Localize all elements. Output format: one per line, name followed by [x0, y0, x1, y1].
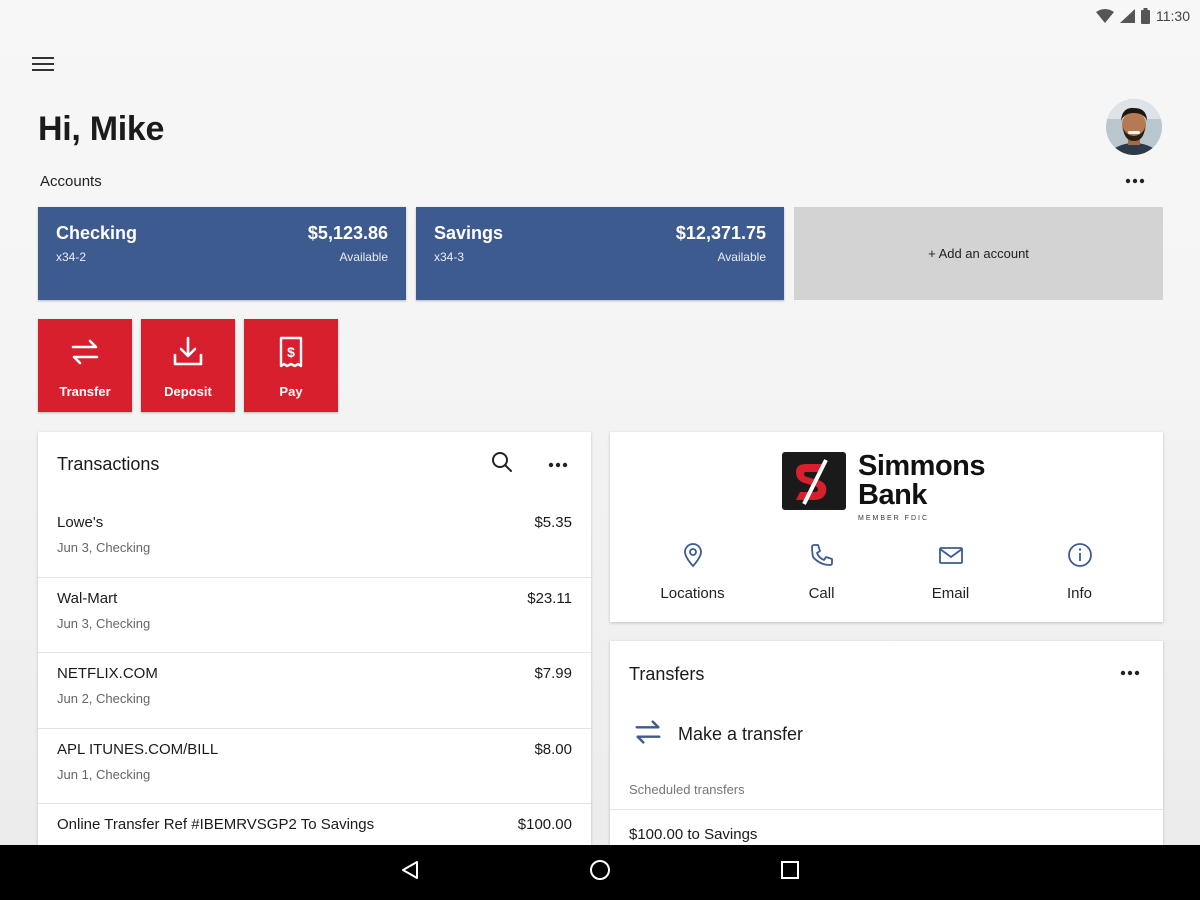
call-link[interactable]: Call [757, 542, 886, 602]
balance-label: Available [717, 250, 766, 264]
transfers-more-button[interactable] [1115, 661, 1145, 683]
bank-quick-links: Locations Call Email Info [610, 542, 1163, 602]
transactions-list: Lowe's Jun 3, Checking $5.35 Wal-Mart Ju… [38, 502, 591, 852]
make-transfer-button[interactable]: Make a transfer [632, 716, 803, 753]
transactions-panel: Transactions Lowe's Jun 3, Checking $5.3… [38, 432, 591, 852]
bank-logo: Simmons Bank MEMBER FDIC [782, 450, 986, 522]
locations-label: Locations [660, 585, 725, 602]
transaction-merchant: NETFLIX.COM [57, 665, 158, 682]
transaction-amount: $8.00 [534, 740, 572, 758]
balance-label: Available [339, 250, 388, 264]
account-name: Checking [56, 223, 138, 243]
email-label: Email [931, 585, 970, 602]
call-label: Call [808, 585, 835, 602]
bank-name-line2: Bank [858, 479, 927, 511]
transfers-title: Transfers [629, 664, 705, 684]
battery-icon [1141, 8, 1150, 24]
pay-label: Pay [279, 384, 303, 399]
info-link[interactable]: Info [1015, 542, 1144, 602]
recents-button[interactable] [770, 853, 810, 893]
divider [610, 809, 1163, 810]
transactions-search-button[interactable] [488, 450, 516, 478]
transaction-merchant: Wal-Mart [57, 589, 118, 607]
locations-link[interactable]: Locations [628, 542, 757, 602]
pay-button[interactable]: $ Pay [244, 319, 338, 412]
envelope-icon [938, 542, 964, 573]
search-icon [491, 451, 513, 478]
location-pin-icon [682, 542, 704, 573]
transaction-amount: $7.99 [534, 665, 572, 682]
account-balance: $12,371.75 [675, 223, 766, 243]
wifi-icon [1096, 9, 1114, 23]
recents-square-icon [780, 860, 800, 885]
bank-info-panel: Simmons Bank MEMBER FDIC Locations Call … [610, 432, 1163, 622]
back-button[interactable] [390, 853, 430, 893]
transaction-merchant: Online Transfer Ref #IBEMRVSGP2 To Savin… [57, 816, 375, 833]
transaction-meta: Jun 2, Checking [57, 691, 151, 706]
back-triangle-icon [399, 859, 421, 886]
more-horizontal-icon [1120, 663, 1140, 681]
greeting-title: Hi, Mike [38, 110, 165, 148]
pay-bill-icon: $ [274, 335, 308, 374]
transaction-amount: $5.35 [534, 514, 572, 531]
transfers-panel: Transfers Make a transfer Scheduled tran… [610, 641, 1163, 852]
transactions-title: Transactions [57, 454, 160, 474]
phone-icon [809, 542, 835, 573]
svg-text:$: $ [287, 344, 295, 360]
transfer-label: Transfer [59, 384, 111, 399]
info-label: Info [1066, 585, 1093, 602]
status-bar: 11:30 [0, 0, 1200, 32]
transfer-arrows-icon [68, 335, 102, 374]
account-number: x34-3 [434, 250, 465, 264]
transaction-row[interactable]: Wal-Mart Jun 3, Checking $23.11 [38, 578, 591, 653]
system-navigation-bar [0, 845, 1200, 900]
make-transfer-label: Make a transfer [678, 724, 804, 744]
transaction-amount: $23.11 [527, 589, 572, 607]
transactions-more-button[interactable] [543, 450, 573, 478]
more-horizontal-icon [1125, 171, 1145, 189]
status-time: 11:30 [1156, 8, 1190, 24]
account-card-checking[interactable]: Checking $5,123.86 x34-2 Available [38, 207, 406, 300]
transaction-merchant: Lowe's [57, 514, 104, 531]
accounts-heading: Accounts [40, 173, 102, 190]
transaction-merchant: APL ITUNES.COM/BILL [57, 740, 219, 758]
account-number: x34-2 [56, 250, 87, 264]
bank-logo-mark-icon [782, 452, 846, 510]
hamburger-menu-button[interactable] [28, 52, 58, 80]
deposit-button[interactable]: Deposit [141, 319, 235, 412]
scheduled-transfers-heading: Scheduled transfers [629, 782, 745, 797]
transaction-amount: $100.00 [517, 816, 572, 833]
email-link[interactable]: Email [886, 542, 1015, 602]
transaction-meta: Jun 3, Checking [57, 540, 151, 555]
transfer-arrows-icon [632, 716, 664, 753]
home-circle-icon [588, 858, 612, 887]
accounts-more-button[interactable] [1120, 170, 1150, 190]
signal-icon [1120, 9, 1135, 23]
deposit-label: Deposit [164, 384, 212, 399]
transaction-row[interactable]: NETFLIX.COM Jun 2, Checking $7.99 [38, 653, 591, 729]
transaction-row[interactable]: Lowe's Jun 3, Checking $5.35 [38, 502, 591, 578]
transaction-meta: Jun 1, Checking [57, 766, 151, 782]
deposit-download-icon [171, 335, 205, 374]
account-card-savings[interactable]: Savings $12,371.75 x34-3 Available [416, 207, 784, 300]
account-name: Savings [434, 223, 504, 243]
transfer-button[interactable]: Transfer [38, 319, 132, 412]
account-balance: $5,123.86 [307, 223, 388, 243]
fdic-label: MEMBER FDIC [858, 515, 929, 522]
info-icon [1067, 542, 1093, 573]
home-button[interactable] [580, 853, 620, 893]
user-avatar[interactable] [1106, 99, 1162, 155]
transaction-row[interactable]: APL ITUNES.COM/BILL Jun 1, Checking $8.0… [38, 729, 591, 804]
more-horizontal-icon [548, 455, 568, 473]
hamburger-menu-icon [31, 55, 55, 78]
add-account-button[interactable]: + Add an account [794, 207, 1163, 300]
scheduled-transfer-row[interactable]: $100.00 to Savings [629, 826, 757, 843]
bank-name-line1: Simmons [858, 450, 986, 482]
transaction-meta: Jun 3, Checking [57, 615, 151, 631]
